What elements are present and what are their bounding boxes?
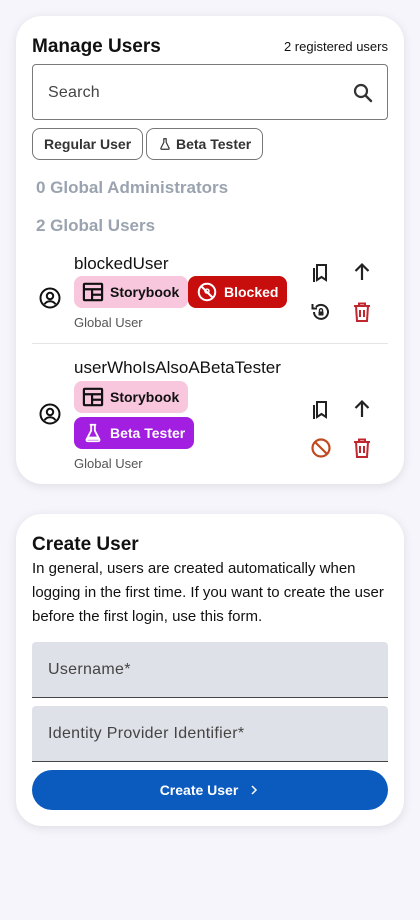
user-row-blockeduser[interactable]: blockedUser Storybook Blocked Global Use… (16, 246, 404, 342)
search-input[interactable]: Search (32, 64, 388, 120)
bookmarks-icon[interactable] (309, 397, 333, 421)
search-placeholder: Search (48, 84, 100, 101)
user-role: Global User (74, 315, 143, 330)
username-field[interactable]: Username* (32, 642, 388, 698)
manage-users-card: Manage Users 2 registered users Search R… (16, 16, 404, 484)
unblock-restore-icon[interactable] (309, 300, 333, 324)
section-global-administrators: 0 Global Administrators (36, 178, 229, 197)
block-icon[interactable] (309, 436, 333, 460)
user-name: blockedUser (74, 254, 169, 273)
create-user-card: Create User In general, users are create… (16, 514, 404, 826)
search-icon[interactable] (351, 81, 375, 105)
idp-identifier-placeholder: Identity Provider Identifier* (48, 725, 245, 742)
filter-chip-label: Beta Tester (176, 136, 252, 152)
idp-identifier-field[interactable]: Identity Provider Identifier* (32, 706, 388, 762)
delete-icon[interactable] (350, 300, 374, 324)
user-role: Global User (74, 456, 143, 471)
filter-chip-regular-user[interactable]: Regular User (32, 128, 144, 160)
chip-blocked: Blocked (188, 276, 288, 308)
create-user-button-label: Create User (159, 782, 239, 798)
flask-icon (160, 138, 170, 150)
flask-icon (85, 423, 101, 443)
create-user-description: In general, users are created automatica… (32, 560, 384, 625)
user-row-betatester[interactable]: userWhoIsAlsoABetaTester Storybook Beta … (16, 350, 404, 478)
filter-chip-label: Regular User (44, 136, 132, 152)
filter-chip-beta-tester[interactable]: Beta Tester (146, 128, 264, 160)
manage-users-title: Manage Users (32, 36, 161, 57)
chip-label: Storybook (110, 284, 180, 300)
create-user-button[interactable]: Create User (32, 770, 388, 810)
chip-label: Storybook (110, 389, 180, 405)
create-user-title: Create User (32, 534, 139, 555)
section-global-users: 2 Global Users (36, 216, 156, 235)
chip-label: Beta Tester (110, 425, 186, 441)
bookmarks-icon[interactable] (309, 260, 333, 284)
row-divider (32, 343, 388, 344)
chip-storybook: Storybook (74, 276, 189, 308)
username-placeholder: Username* (48, 661, 131, 678)
arrow-up-icon[interactable] (350, 397, 374, 421)
chip-storybook: Storybook (74, 381, 189, 413)
blocked-icon (197, 282, 217, 302)
arrow-up-icon[interactable] (350, 260, 374, 284)
delete-icon[interactable] (350, 436, 374, 460)
chip-label: Blocked (224, 284, 279, 300)
chip-beta-tester: Beta Tester (74, 417, 195, 449)
user-name: userWhoIsAlsoABetaTester (74, 358, 281, 377)
table-icon (82, 387, 104, 407)
account-circle-icon (39, 403, 61, 425)
registered-users-count: 2 registered users (283, 39, 388, 54)
account-circle-icon (39, 287, 61, 309)
table-icon (82, 282, 104, 302)
chevron-right-icon (251, 785, 258, 795)
